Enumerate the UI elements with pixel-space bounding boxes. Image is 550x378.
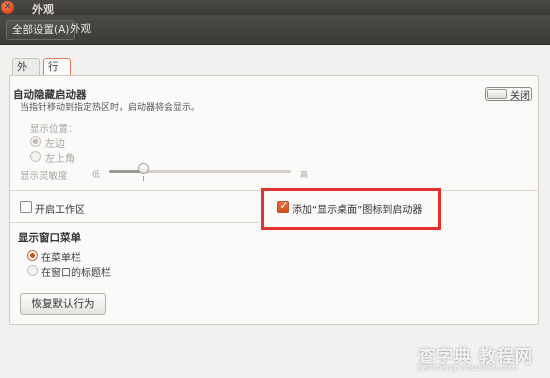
radio-left-side-label: 左边 bbox=[45, 139, 65, 150]
autohide-switch[interactable]: 关闭 bbox=[485, 87, 532, 102]
radio-in-title-bar-label: 在窗口的标题栏 bbox=[41, 268, 111, 279]
radio-in-menu-bar[interactable] bbox=[27, 250, 38, 261]
watermark-url: jiaocheng.chazidian.com bbox=[418, 363, 518, 372]
sensitivity-label: 显示灵敏度 bbox=[20, 171, 68, 182]
autohide-description: 当指针移动到指定热区时，启动器将会显示。 bbox=[20, 103, 201, 113]
close-icon: ✕ bbox=[3, 2, 12, 12]
restore-default-behavior-button[interactable]: 恢复默认行为 bbox=[20, 293, 106, 315]
radio-top-left-corner-label: 左上角 bbox=[45, 154, 75, 165]
sensitivity-high-label: 高 bbox=[300, 170, 308, 179]
title-bar: ✕ 外观 bbox=[0, 0, 550, 16]
workspaces-checkbox[interactable] bbox=[20, 201, 32, 213]
workspaces-label: 开启工作区 bbox=[35, 205, 85, 216]
sensitivity-low-label: 低 bbox=[92, 170, 100, 179]
highlight-box bbox=[261, 188, 441, 230]
radio-in-menu-bar-label: 在菜单栏 bbox=[41, 253, 81, 264]
radio-left-side[interactable] bbox=[30, 136, 41, 147]
breadcrumb-appearance[interactable]: 外观 bbox=[70, 20, 91, 40]
switch-label: 关闭 bbox=[510, 91, 530, 102]
slider-tick bbox=[143, 176, 144, 181]
tab-behavior[interactable]: 行为 bbox=[43, 58, 71, 89]
sensitivity-slider-handle[interactable] bbox=[138, 163, 149, 174]
switch-knob[interactable] bbox=[487, 89, 507, 99]
all-settings-button[interactable]: 全部设置(A) bbox=[6, 20, 76, 40]
reveal-location-label: 显示位置： bbox=[30, 124, 78, 135]
radio-top-left-corner[interactable] bbox=[30, 151, 41, 162]
toolbar: 全部设置(A) 外观 bbox=[0, 15, 550, 45]
tab-appearance[interactable]: 外观 bbox=[12, 58, 40, 89]
radio-in-title-bar[interactable] bbox=[27, 265, 38, 276]
window-menu-title: 显示窗口菜单 bbox=[18, 232, 81, 244]
close-button[interactable]: ✕ bbox=[1, 1, 14, 14]
section-divider bbox=[10, 222, 260, 223]
